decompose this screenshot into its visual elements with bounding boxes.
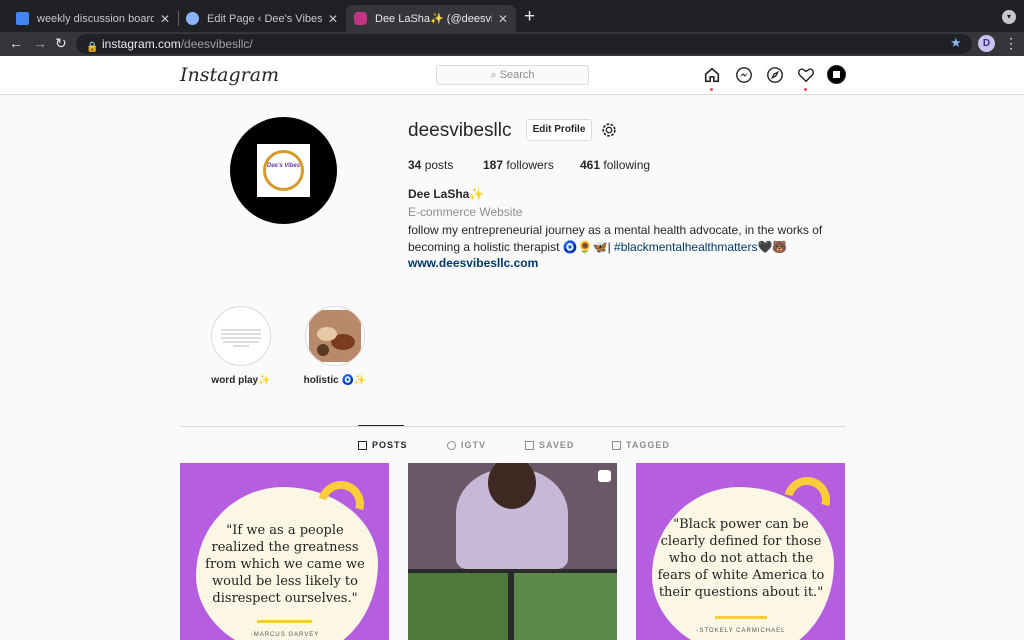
- holistic-thumbnail-icon: [309, 310, 361, 362]
- post-quote-author: -MARCUS GARVEY: [250, 632, 320, 638]
- tab-title: Edit Page ‹ Dee's Vibes — Wor: [207, 12, 322, 25]
- grid-icon: [358, 440, 367, 450]
- search-input[interactable]: ⌕ Search: [436, 65, 589, 85]
- forward-icon[interactable]: →: [33, 35, 47, 51]
- back-icon[interactable]: ←: [9, 35, 23, 51]
- highlight-word-play[interactable]: [211, 306, 271, 366]
- close-icon[interactable]: ✕: [160, 12, 170, 26]
- highlight-label: holistic 🧿✨: [303, 375, 367, 386]
- highlight-cover: [309, 310, 361, 362]
- tabs-divider: [180, 426, 845, 427]
- posts-label: posts: [424, 158, 454, 172]
- activity-notification-dot: [804, 88, 807, 91]
- quote-underline: [715, 616, 767, 619]
- browser-tab-1[interactable]: weekly discussion board- roug ✕: [8, 5, 178, 32]
- browser-tab-bar: weekly discussion board- roug ✕ Edit Pag…: [0, 0, 1024, 32]
- browser-tab-3-active[interactable]: Dee LaSha✨ (@deesvibesllc) ✕: [346, 5, 516, 32]
- video-top-frame: [408, 463, 617, 569]
- profile-picture[interactable]: Dee's Vibes: [230, 117, 337, 224]
- tab-title: Dee LaSha✨ (@deesvibesllc): [375, 13, 492, 25]
- highlight-cover: [215, 310, 267, 362]
- search-icon: ⌕: [490, 69, 497, 81]
- browser-tab-2[interactable]: Edit Page ‹ Dee's Vibes — Wor ✕: [178, 5, 346, 32]
- followers-stat[interactable]: 187 followers: [483, 158, 554, 172]
- post-quote-stokely-carmichael[interactable]: "Black power can be clearly defined for …: [636, 463, 845, 640]
- sunflower-wreath-icon: [263, 150, 304, 191]
- settings-gear-icon[interactable]: [600, 121, 618, 139]
- instagram-logo[interactable]: Instagram: [180, 64, 279, 86]
- bio-line-2: becoming a holistic therapist 🧿🌻🦋| #blac…: [408, 239, 828, 256]
- tab-label: SAVED: [539, 440, 575, 450]
- profile-category: E-commerce Website: [408, 205, 523, 219]
- instagram-header: Instagram ⌕ Search: [0, 56, 1024, 95]
- profile-website-link[interactable]: www.deesvibesllc.com: [408, 256, 538, 270]
- followers-label: followers: [506, 158, 554, 172]
- home-icon[interactable]: [703, 66, 721, 84]
- profile-logo: Dee's Vibes: [257, 144, 310, 197]
- tab-tagged[interactable]: TAGGED: [612, 440, 670, 450]
- highlight-label: word play✨: [211, 375, 271, 386]
- tab-posts[interactable]: POSTS: [358, 440, 408, 450]
- explore-compass-icon[interactable]: [766, 66, 784, 84]
- wordpress-favicon-icon: [186, 12, 199, 25]
- following-count: 461: [580, 158, 601, 172]
- edit-profile-button[interactable]: Edit Profile: [526, 119, 592, 141]
- tab-label: POSTS: [372, 440, 408, 450]
- browser-toolbar: ← → ↻ 🔒 instagram.com/deesvibesllc/ ★ D …: [0, 32, 1024, 56]
- address-bar[interactable]: 🔒 instagram.com/deesvibesllc/: [76, 34, 972, 54]
- reload-icon[interactable]: ↻: [55, 35, 67, 52]
- following-label: following: [603, 158, 651, 172]
- home-notification-dot: [710, 88, 713, 91]
- tab-igtv[interactable]: IGTV: [447, 440, 486, 450]
- bookmark-icon: [525, 440, 534, 450]
- igtv-icon: [447, 440, 456, 450]
- post-quote-text: "If we as a people realized the greatnes…: [205, 523, 365, 606]
- video-bottom-left-frame: [408, 573, 508, 640]
- post-quote-author: -STOKELY CARMICHAEL: [696, 628, 786, 634]
- profile-logo-text: Dee's Vibes: [266, 163, 301, 169]
- bio-emoji: 🖤🐻: [757, 240, 788, 254]
- my-profile-avatar[interactable]: [827, 65, 846, 84]
- tab-title: weekly discussion board- roug: [37, 12, 154, 25]
- igtv-badge-icon: [598, 470, 611, 482]
- following-stat[interactable]: 461 following: [580, 158, 650, 172]
- new-tab-icon[interactable]: +: [524, 6, 535, 28]
- bookmark-star-icon[interactable]: ★: [950, 35, 962, 51]
- posts-count: 34: [408, 158, 422, 172]
- url-path: /deesvibesllc/: [180, 37, 253, 51]
- text-thumbnail-icon: [221, 329, 261, 347]
- bio-text: becoming a holistic therapist 🧿🌻🦋|: [408, 240, 615, 254]
- tab-label: TAGGED: [626, 440, 670, 450]
- profile-full-name: Dee LaSha✨: [408, 187, 485, 201]
- quote-underline: [257, 620, 312, 623]
- tab-label: IGTV: [461, 440, 487, 450]
- profile-username: deesvibesllc: [408, 120, 512, 141]
- menu-kebab-icon[interactable]: ⋮: [1004, 35, 1018, 52]
- bio-hashtag-link[interactable]: #blackmentalhealthmatters: [614, 240, 757, 254]
- tagged-person-icon: [612, 440, 621, 450]
- heart-activity-icon[interactable]: [797, 66, 815, 84]
- post-quote-text: "Black power can be clearly defined for …: [657, 517, 825, 600]
- search-placeholder: Search: [499, 69, 535, 81]
- highlight-holistic[interactable]: [305, 306, 365, 366]
- tab-search-icon[interactable]: ▾: [1002, 10, 1016, 24]
- browser-profile-avatar[interactable]: D: [978, 35, 995, 52]
- tab-saved[interactable]: SAVED: [525, 440, 574, 450]
- instagram-favicon-icon: [354, 12, 367, 25]
- messenger-icon[interactable]: [735, 66, 753, 84]
- active-tab-indicator: [358, 425, 404, 426]
- profile-bio: follow my entrepreneurial journey as a m…: [408, 222, 828, 256]
- lock-icon: 🔒: [86, 42, 99, 53]
- close-icon[interactable]: ✕: [328, 12, 338, 26]
- post-quote-marcus-garvey[interactable]: "If we as a people realized the greatnes…: [180, 463, 389, 640]
- docs-favicon-icon: [16, 12, 29, 25]
- video-bottom-right-frame: [514, 573, 617, 640]
- url-host: instagram.com: [102, 37, 181, 51]
- bio-line-1: follow my entrepreneurial journey as a m…: [408, 223, 823, 237]
- post-video[interactable]: [408, 463, 617, 640]
- posts-stat: 34 posts: [408, 158, 453, 172]
- close-icon[interactable]: ✕: [498, 12, 508, 26]
- followers-count: 187: [483, 158, 504, 172]
